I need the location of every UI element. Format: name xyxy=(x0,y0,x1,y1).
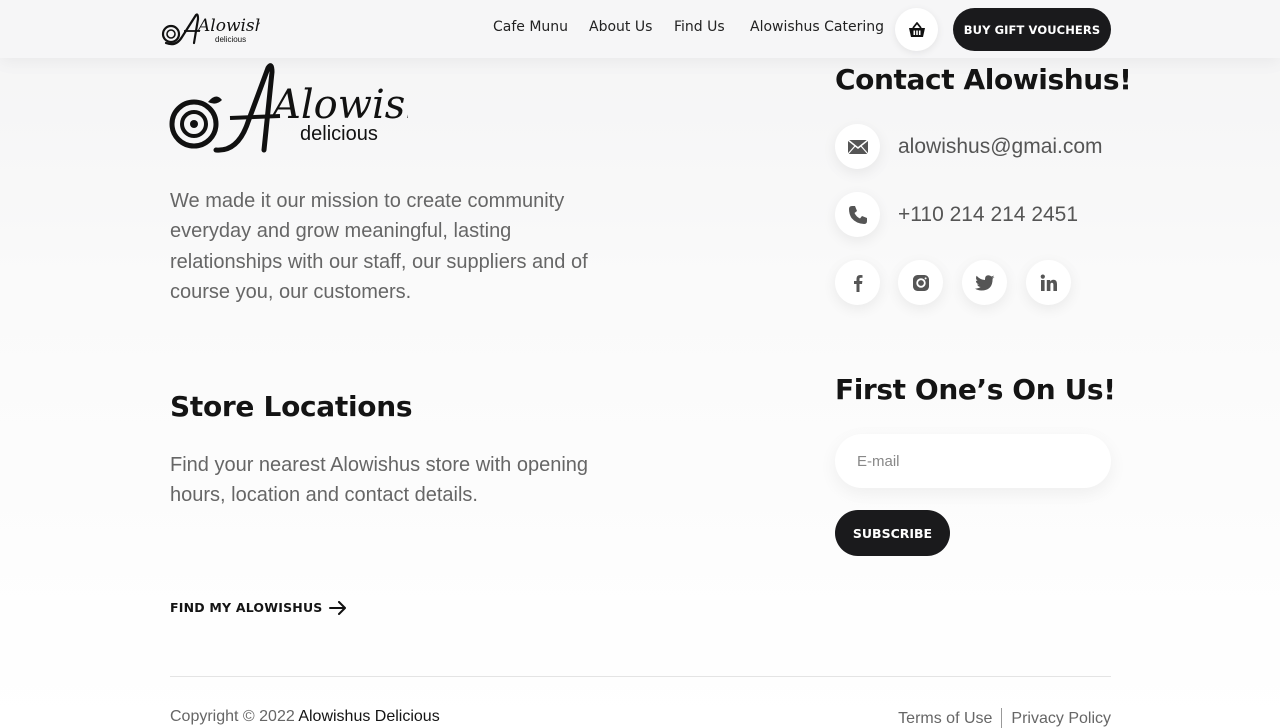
find-my-alowishus-link[interactable]: FIND MY ALOWISHUS xyxy=(170,600,347,615)
brand-logo: Alowishus delicious xyxy=(169,63,408,153)
facebook-button[interactable] xyxy=(835,260,880,305)
terms-of-use-link[interactable]: Terms of Use xyxy=(898,710,992,728)
nav-find-us[interactable]: Find Us xyxy=(674,19,725,35)
arrow-right-icon xyxy=(328,600,346,615)
nav-catering[interactable]: Alowishus Catering xyxy=(750,19,884,35)
facebook-icon xyxy=(853,274,862,292)
contact-email-link[interactable]: alowishus@gmai.com xyxy=(898,135,1103,159)
copyright-brand: Alowishus Delicious xyxy=(298,708,440,725)
instagram-button[interactable] xyxy=(898,260,943,305)
find-link-label: FIND MY ALOWISHUS xyxy=(170,600,323,615)
store-locations-text: Find your nearest Alowishus store with o… xyxy=(170,454,589,507)
legal-links: Terms of Use Privacy Policy xyxy=(898,708,1111,728)
subscribe-button[interactable]: SUBSCRIBE xyxy=(835,510,950,556)
mission-statement: We made it our mission to create communi… xyxy=(170,190,588,303)
nav-cafe-menu[interactable]: Cafe Munu xyxy=(493,19,568,35)
basket-icon xyxy=(908,21,925,37)
cart-button[interactable] xyxy=(895,8,938,51)
linkedin-icon xyxy=(1040,274,1057,291)
brand-logo-subtext: delicious xyxy=(300,123,378,145)
twitter-icon xyxy=(974,274,994,290)
privacy-policy-link[interactable]: Privacy Policy xyxy=(1011,710,1111,728)
legal-separator xyxy=(1001,708,1003,728)
copyright-text: Copyright © 2022 Alowishus Delicious xyxy=(170,708,440,726)
buy-gift-vouchers-button[interactable]: BUY GIFT VOUCHERS xyxy=(953,8,1111,51)
nav-about-us[interactable]: About Us xyxy=(589,19,652,35)
contact-phone-link[interactable]: +110 214 214 2451 xyxy=(898,203,1078,227)
linkedin-button[interactable] xyxy=(1026,260,1071,305)
instagram-icon xyxy=(912,274,929,291)
phone-icon xyxy=(848,205,867,224)
email-icon-badge xyxy=(835,124,880,169)
copyright-prefix: Copyright © 2022 xyxy=(170,708,295,725)
store-locations-heading: Store Locations xyxy=(170,390,413,423)
twitter-button[interactable] xyxy=(962,260,1007,305)
footer-divider xyxy=(170,676,1111,677)
contact-heading: Contact Alowishus! xyxy=(835,63,1132,96)
envelope-icon xyxy=(847,138,868,154)
newsletter-email-input[interactable] xyxy=(835,434,1111,488)
site-header: Alowishus delicious Cafe Munu About Us F… xyxy=(0,0,1280,58)
brand-logo-text: Alowishus xyxy=(268,82,408,128)
newsletter-heading: First One’s On Us! xyxy=(835,373,1116,406)
phone-icon-badge xyxy=(835,192,880,237)
